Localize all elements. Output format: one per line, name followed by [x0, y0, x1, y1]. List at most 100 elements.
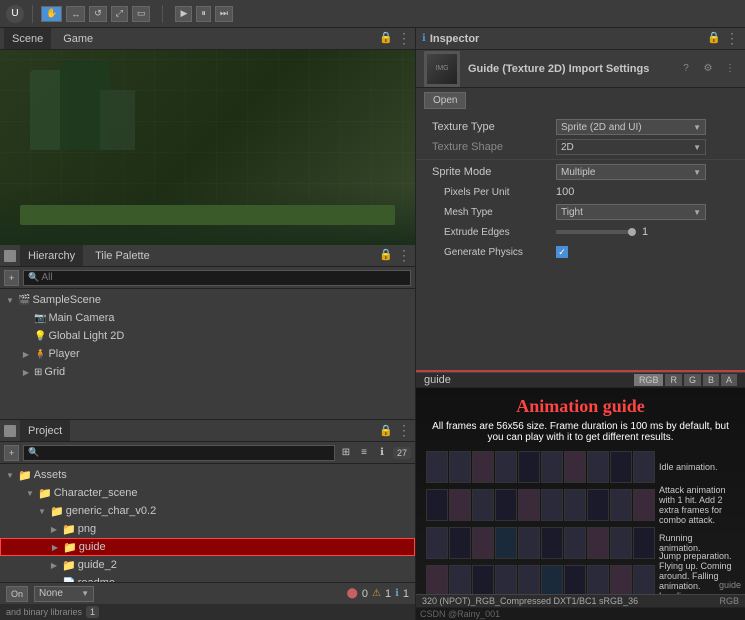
inspector-settings-icon[interactable]: ⚙: [701, 62, 715, 76]
sprite-mode-arrow: ▼: [693, 168, 701, 177]
pause-btn[interactable]: ⏸: [196, 6, 211, 22]
gen-physics-value[interactable]: ✓: [556, 246, 737, 258]
guide-tab-label[interactable]: guide: [424, 374, 451, 386]
sprite-mode-label: Sprite Mode: [432, 166, 552, 178]
r4: [495, 527, 517, 559]
rect-tool[interactable]: ▭: [132, 6, 151, 22]
extrude-thumb[interactable]: [628, 228, 636, 236]
sprite-mode-value[interactable]: Multiple ▼: [556, 164, 737, 180]
g-tab[interactable]: G: [684, 374, 701, 386]
a-tab[interactable]: A: [721, 374, 737, 386]
gen-physics-row: Generate Physics ✓: [416, 242, 745, 262]
j7: [564, 565, 586, 594]
generic-char-folder[interactable]: ▼ 📁 generic_char_v0.2: [0, 502, 415, 520]
hierarchy-scene-item[interactable]: ▼ 🎬 SampleScene: [0, 291, 415, 309]
scene-dots-icon[interactable]: ⋮: [397, 30, 411, 47]
main-camera-item[interactable]: 📷 Main Camera: [0, 309, 415, 327]
inspector-lock-icon[interactable]: 🔒: [707, 30, 721, 44]
step-btn[interactable]: ⏭: [215, 6, 233, 22]
error-icon: ⬤: [347, 588, 358, 599]
open-button[interactable]: Open: [424, 92, 466, 109]
s10: [633, 451, 655, 483]
texture-shape-value[interactable]: 2D ▼: [556, 139, 737, 155]
inspector-more-icon[interactable]: ⋮: [723, 62, 737, 76]
a7: [564, 489, 586, 521]
project-create-btn[interactable]: +: [4, 445, 19, 461]
project-info-icon[interactable]: ℹ: [375, 446, 389, 460]
guide-row-attack: Attack animation with 1 hit. Add 2 extra…: [426, 487, 735, 523]
s6: [541, 451, 563, 483]
texture-type-value[interactable]: Sprite (2D and UI) ▼: [556, 119, 737, 135]
sprite-mode-dropdown[interactable]: Multiple ▼: [556, 164, 706, 180]
pixels-per-unit-row: Pixels Per Unit 100: [416, 182, 745, 202]
hierarchy-dots-icon[interactable]: ⋮: [397, 247, 411, 264]
project-search-icon: 🔍: [28, 447, 39, 458]
hierarchy-search-input[interactable]: [41, 272, 406, 283]
game-tab[interactable]: Game: [55, 28, 101, 49]
grid-item[interactable]: ▶ ⊞ Grid: [0, 363, 415, 381]
move-tool[interactable]: ↔: [66, 6, 85, 22]
hierarchy-toolbar: + 🔍: [0, 267, 415, 289]
hierarchy-tab[interactable]: Hierarchy: [20, 245, 83, 266]
char-arrow: ▼: [24, 487, 36, 499]
pixels-value[interactable]: 100: [556, 186, 737, 198]
project-lock-icon[interactable]: 🔒: [379, 424, 393, 438]
hand-tool[interactable]: ✋: [41, 6, 62, 22]
global-light-item[interactable]: 💡 Global Light 2D: [0, 327, 415, 345]
scene-tab[interactable]: Scene: [4, 28, 51, 49]
s2: [449, 451, 471, 483]
readme-file[interactable]: 📄 readme: [0, 574, 415, 582]
gen-physics-checkbox[interactable]: ✓: [556, 246, 568, 258]
hierarchy-panel-icon: [4, 250, 16, 262]
inspector-dots-icon[interactable]: ⋮: [725, 30, 739, 47]
tile-palette-tab[interactable]: Tile Palette: [87, 245, 158, 266]
hierarchy-create-btn[interactable]: +: [4, 270, 19, 286]
a8: [587, 489, 609, 521]
project-search-box[interactable]: 🔍: [23, 445, 335, 461]
hierarchy-search-box[interactable]: 🔍: [23, 270, 411, 286]
r-tab[interactable]: R: [665, 374, 682, 386]
j8: [587, 565, 609, 594]
b-tab[interactable]: B: [703, 374, 719, 386]
scene-lock-icon[interactable]: 🔒: [379, 30, 393, 44]
texture-type-row: Texture Type Sprite (2D and UI) ▼: [416, 117, 745, 137]
idle-sprites: [426, 451, 655, 483]
hierarchy-lock-icon[interactable]: 🔒: [379, 247, 393, 261]
mesh-type-value[interactable]: Tight ▼: [556, 204, 737, 220]
grid-arrow: ▶: [20, 366, 32, 378]
extrude-number: 1: [642, 226, 648, 238]
extrude-slider[interactable]: 1: [556, 226, 737, 238]
project-filter-icon[interactable]: ⊞: [339, 446, 353, 460]
inspector-help-icon[interactable]: ?: [679, 62, 693, 76]
mesh-type-dropdown[interactable]: Tight ▼: [556, 204, 706, 220]
j2: [449, 565, 471, 594]
png-folder[interactable]: ▶ 📁 png: [0, 520, 415, 538]
project-count-badge: 27: [393, 447, 411, 459]
project-tab[interactable]: Project: [20, 420, 70, 441]
none-dropdown[interactable]: None ▼: [34, 586, 94, 602]
character-scene-folder[interactable]: ▼ 📁 Character_scene: [0, 484, 415, 502]
inspector-panel-label[interactable]: Inspector: [430, 33, 480, 45]
on-toggle[interactable]: On: [6, 586, 28, 602]
assets-root[interactable]: ▼ 📁 Assets: [0, 466, 415, 484]
scale-tool[interactable]: ⤢: [111, 6, 128, 22]
guide-preview-area: Animation guide All frames are 56x56 siz…: [416, 388, 745, 594]
camera-arrow: [20, 312, 32, 324]
project-search-input[interactable]: [41, 447, 330, 458]
rgb-tab[interactable]: RGB: [634, 374, 664, 386]
player-item[interactable]: ▶ 🧍 Player: [0, 345, 415, 363]
r8: [587, 527, 609, 559]
extrude-value[interactable]: 1: [556, 226, 737, 238]
player-arrow: ▶: [20, 348, 32, 360]
guide2-folder[interactable]: ▶ 📁 guide_2: [0, 556, 415, 574]
assets-label: Assets: [34, 469, 67, 481]
play-btn[interactable]: ▶: [175, 6, 192, 22]
project-dots-icon[interactable]: ⋮: [397, 422, 411, 439]
texture-type-dropdown[interactable]: Sprite (2D and UI) ▼: [556, 119, 706, 135]
project-toolbar: + 🔍 ⊞ ≡ ℹ 27: [0, 442, 415, 464]
project-sort-icon[interactable]: ≡: [357, 446, 371, 460]
guide-folder[interactable]: ▶ 📁 guide: [0, 538, 415, 556]
rotate-tool[interactable]: ↺: [89, 6, 107, 22]
warning-count: 1: [385, 588, 391, 600]
texture-shape-dropdown[interactable]: 2D ▼: [556, 139, 706, 155]
